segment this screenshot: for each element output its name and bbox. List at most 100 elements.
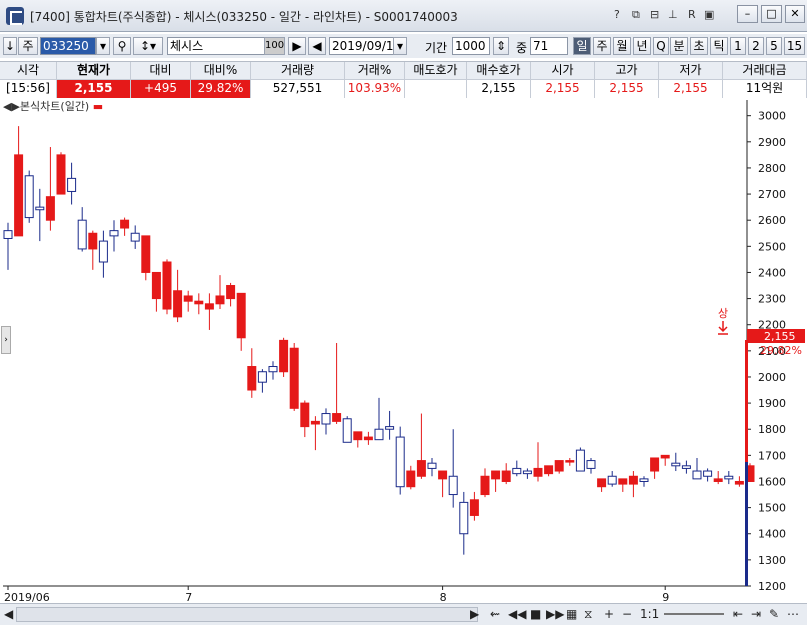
candle-body bbox=[247, 366, 257, 391]
y-tick-label: 2000 bbox=[758, 371, 786, 384]
candle-body bbox=[724, 475, 734, 480]
y-tick-label: 1600 bbox=[758, 475, 786, 488]
candle-body bbox=[533, 467, 543, 477]
candle-body bbox=[226, 285, 236, 300]
candle-body bbox=[353, 431, 363, 441]
stop-icon[interactable]: ■ bbox=[530, 607, 541, 621]
candle-body bbox=[204, 303, 214, 310]
candle-body bbox=[130, 232, 140, 242]
candle-body bbox=[14, 154, 24, 237]
range-bar-upper bbox=[745, 340, 748, 462]
candle-body bbox=[363, 436, 373, 441]
candle-body bbox=[98, 240, 108, 263]
zoom-level: 1:1 bbox=[640, 607, 660, 621]
candle-body bbox=[491, 470, 501, 480]
candle-body bbox=[56, 154, 66, 195]
candle-body bbox=[554, 460, 564, 472]
candle-body bbox=[279, 339, 289, 373]
candle-body bbox=[321, 413, 331, 425]
y-tick-label: 2900 bbox=[758, 136, 786, 149]
candle-body bbox=[24, 175, 34, 219]
candle-body bbox=[332, 413, 342, 422]
candle-body bbox=[236, 292, 246, 339]
y-tick-label: 1300 bbox=[758, 554, 786, 567]
bottom-bar: ◀ ▶ ⇜ ◀◀ ■ ▶▶ ▦ ⧖ + − 1:1 ⇤ ⇥ ✎ ⋯ bbox=[0, 603, 807, 625]
zoom-in-icon[interactable]: + bbox=[604, 607, 614, 621]
y-tick-label: 2600 bbox=[758, 214, 786, 227]
candle-body bbox=[300, 402, 310, 428]
candle-body bbox=[183, 295, 193, 302]
candle-body bbox=[194, 300, 204, 305]
candle-body bbox=[469, 499, 479, 516]
edit-icon[interactable]: ✎ bbox=[769, 607, 779, 621]
candle-body bbox=[703, 470, 713, 477]
candle-body bbox=[459, 501, 469, 535]
candle-body bbox=[501, 470, 511, 482]
candle-body bbox=[35, 206, 45, 211]
more-icon[interactable]: ⋯ bbox=[787, 607, 799, 621]
y-tick-label: 2400 bbox=[758, 266, 786, 279]
candle-body bbox=[607, 475, 617, 485]
candle-body bbox=[385, 426, 395, 430]
y-tick-label: 2500 bbox=[758, 240, 786, 253]
candle-body bbox=[544, 465, 554, 475]
horizontal-scrollbar[interactable] bbox=[16, 607, 478, 622]
candle-body bbox=[575, 449, 585, 472]
y-tick-label: 2800 bbox=[758, 162, 786, 175]
candle-body bbox=[692, 470, 702, 480]
candle-body bbox=[406, 470, 416, 488]
range-bar-lower bbox=[745, 462, 748, 586]
candle-body bbox=[257, 371, 267, 383]
limit-up-arrow-icon bbox=[718, 321, 728, 335]
go-end-icon[interactable]: ⇥ bbox=[751, 607, 761, 621]
candle-body bbox=[141, 235, 151, 273]
candle-body bbox=[162, 261, 172, 310]
zoom-slider[interactable] bbox=[664, 613, 724, 615]
candle-body bbox=[109, 230, 119, 237]
y-tick-label: 1800 bbox=[758, 423, 786, 436]
candle-body bbox=[151, 271, 161, 300]
candle-body bbox=[650, 457, 660, 472]
candle-body bbox=[416, 460, 426, 477]
scroll-icon[interactable]: ⇜ bbox=[490, 607, 500, 621]
candlestick-chart[interactable]: 3000290028002700260025002400230022002100… bbox=[0, 0, 807, 625]
candle-body bbox=[45, 196, 55, 221]
y-tick-label: 1400 bbox=[758, 528, 786, 541]
candle-body bbox=[628, 475, 638, 485]
candle-body bbox=[77, 219, 87, 250]
go-start-icon[interactable]: ⇤ bbox=[733, 607, 743, 621]
candle-body bbox=[310, 420, 320, 425]
chart-style-icon[interactable]: ⧖ bbox=[584, 607, 592, 622]
candle-body bbox=[289, 347, 299, 409]
candle-body bbox=[215, 295, 225, 305]
rewind-icon[interactable]: ◀◀ bbox=[508, 607, 526, 621]
candle-body bbox=[660, 454, 670, 459]
panel-toggle-handle[interactable]: › bbox=[1, 326, 11, 354]
scroll-right-icon[interactable]: ▶ bbox=[470, 607, 479, 621]
candle-body bbox=[67, 177, 77, 192]
candle-body bbox=[597, 478, 607, 488]
candle-body bbox=[448, 475, 458, 496]
candle-body bbox=[681, 465, 691, 469]
candle-body bbox=[586, 460, 596, 469]
candle-body bbox=[480, 475, 490, 496]
current-pct-label: 29.82% bbox=[760, 344, 802, 357]
candle-body bbox=[438, 470, 448, 480]
grid-icon[interactable]: ▦ bbox=[566, 607, 577, 621]
candle-body bbox=[374, 428, 384, 441]
y-tick-label: 1200 bbox=[758, 580, 786, 593]
y-tick-label: 1500 bbox=[758, 502, 786, 515]
candle-body bbox=[734, 480, 744, 485]
zoom-out-icon[interactable]: − bbox=[622, 607, 632, 621]
candle-body bbox=[618, 478, 628, 485]
forward-icon[interactable]: ▶▶ bbox=[546, 607, 564, 621]
scroll-left-icon[interactable]: ◀ bbox=[4, 607, 13, 621]
y-tick-label: 1900 bbox=[758, 397, 786, 410]
candle-body bbox=[268, 366, 278, 373]
candle-body bbox=[88, 232, 98, 250]
candle-body bbox=[512, 467, 522, 475]
current-price-label: 2,155 bbox=[764, 330, 796, 343]
candle-body bbox=[173, 290, 183, 318]
candle-body bbox=[671, 462, 681, 467]
y-tick-label: 3000 bbox=[758, 110, 786, 123]
